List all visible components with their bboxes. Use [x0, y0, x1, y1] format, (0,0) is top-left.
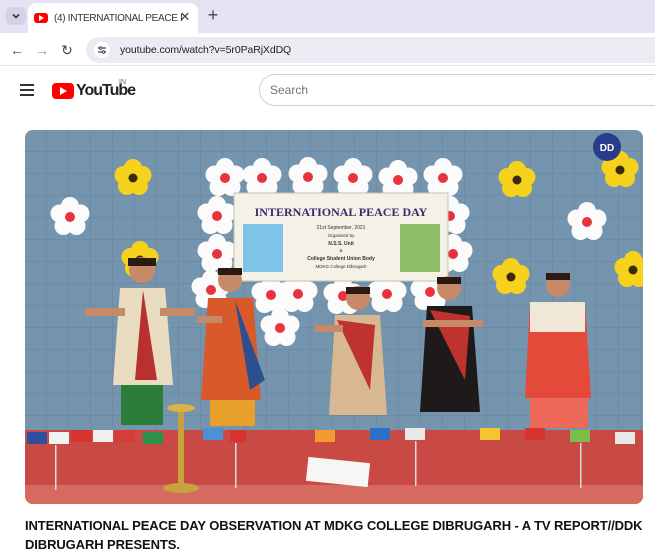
banner-and: & — [339, 248, 342, 253]
arrow-left-icon: ← — [10, 42, 24, 58]
youtube-play-icon — [52, 83, 74, 99]
youtube-header: YouTube IN — [0, 66, 655, 116]
banner-date: 21st September, 2021 — [317, 225, 366, 231]
region-code: IN — [119, 79, 126, 86]
site-info-icon[interactable] — [94, 42, 110, 58]
new-tab-button[interactable]: + — [203, 5, 223, 25]
forward-button[interactable]: → — [31, 39, 53, 61]
channel-logo-text: DD — [600, 143, 614, 154]
banner-union: College Student Union Body — [307, 256, 375, 262]
browser-tab-active[interactable]: (4) INTERNATIONAL PEACE DAY ✕ — [28, 3, 198, 33]
video-frame: INTERNATIONAL PEACE DAY 21st September, … — [25, 130, 643, 504]
browser-tab-strip: (4) INTERNATIONAL PEACE DAY ✕ + — [0, 0, 655, 33]
banner-college: MDKG College Dibrugarh — [315, 264, 367, 269]
url-text: youtube.com/watch?v=5r0PaRjXdDQ — [120, 44, 292, 56]
chevron-down-icon — [12, 13, 20, 19]
back-button[interactable]: ← — [6, 39, 28, 61]
arrow-right-icon: → — [35, 42, 49, 58]
browser-toolbar: ← → ↻ youtube.com/watch?v=5r0PaRjXdDQ — [0, 33, 655, 66]
reload-icon: ↻ — [61, 41, 73, 58]
search-input[interactable] — [259, 74, 655, 106]
youtube-logo-text: YouTube — [76, 82, 136, 99]
tab-title: (4) INTERNATIONAL PEACE DAY — [54, 12, 182, 24]
banner-organised-by: Organised by — [328, 233, 356, 238]
reload-button[interactable]: ↻ — [56, 39, 78, 61]
youtube-favicon-icon — [34, 13, 48, 23]
hamburger-menu-icon[interactable] — [20, 84, 34, 96]
video-title: INTERNATIONAL PEACE DAY OBSERVATION AT M… — [25, 518, 643, 552]
tab-search-button[interactable] — [6, 7, 26, 25]
address-bar[interactable]: youtube.com/watch?v=5r0PaRjXdDQ — [86, 37, 655, 63]
banner-heading: INTERNATIONAL PEACE DAY — [255, 205, 428, 219]
close-icon[interactable]: ✕ — [178, 10, 192, 24]
video-player[interactable]: INTERNATIONAL PEACE DAY 21st September, … — [25, 130, 643, 504]
banner-unit: N.S.S. Unit — [328, 241, 354, 247]
